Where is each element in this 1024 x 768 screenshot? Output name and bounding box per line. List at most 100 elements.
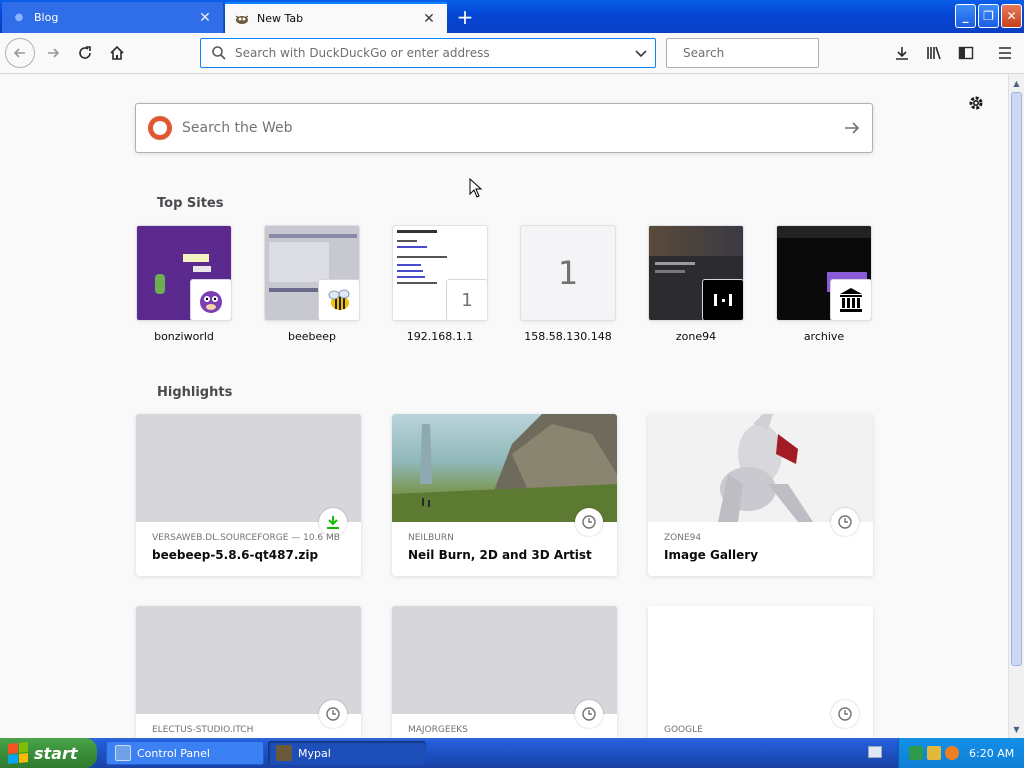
top-site[interactable]: 1 158.58.130.148 (520, 225, 616, 343)
clock-icon (575, 508, 603, 536)
highlight-card[interactable]: MAJORGEEKS (392, 606, 617, 738)
vertical-scrollbar[interactable]: ▲ ▼ (1008, 74, 1024, 738)
windows-logo-icon (8, 741, 28, 765)
sidebar-button[interactable] (951, 38, 981, 68)
card-title: Neil Burn, 2D and 3D Artist (408, 548, 592, 562)
search-bar[interactable] (666, 38, 833, 68)
search-tray-icon[interactable] (945, 746, 959, 760)
web-search-input[interactable] (182, 120, 832, 136)
volume-icon[interactable] (927, 746, 941, 760)
taskbar-item-label: Mypal (298, 746, 331, 760)
menu-button[interactable] (990, 38, 1020, 68)
chevron-down-icon[interactable] (627, 46, 655, 60)
top-site-label: bonziworld (154, 330, 214, 343)
forward-button[interactable] (38, 38, 68, 68)
home-button[interactable] (102, 38, 132, 68)
clock-icon (831, 700, 859, 728)
tab-blog[interactable]: ● Blog ✕ (2, 2, 224, 33)
top-site[interactable]: beebeep (264, 225, 360, 343)
address-bar[interactable] (200, 38, 656, 68)
scrollbar-thumb[interactable] (1011, 92, 1022, 666)
card-thumbnail (648, 606, 873, 714)
hamburger-menu-icon (999, 47, 1011, 59)
card-source: ZONE94 (664, 533, 702, 543)
taskbar-item-control-panel[interactable]: Control Panel (106, 741, 264, 765)
card-source: MAJORGEEKS (408, 725, 468, 735)
card-source: GOOGLE (664, 725, 703, 735)
minimize-button[interactable]: _ (955, 4, 976, 28)
top-site-label: 192.168.1.1 (406, 330, 474, 343)
site-thumbnail (776, 225, 872, 321)
nav-toolbar (0, 33, 1024, 74)
top-site[interactable]: bonziworld (136, 225, 232, 343)
site-thumbnail (136, 225, 232, 321)
reload-icon (79, 46, 91, 59)
taskbar: start Control Panel Mypal 6:20 AM (0, 738, 1024, 768)
search-input[interactable] (683, 46, 833, 60)
taskbar-item-mypal[interactable]: Mypal (268, 741, 426, 765)
card-source: ELECTUS-STUDIO.ITCH (152, 725, 254, 735)
clock-icon (575, 700, 603, 728)
highlight-card[interactable]: ZONE94 Image Gallery (648, 414, 873, 576)
new-tab-plus-icon[interactable]: + (452, 4, 478, 30)
top-site[interactable]: archive (776, 225, 872, 343)
duckduckgo-logo-icon (148, 116, 172, 140)
highlight-card[interactable]: GOOGLE (648, 606, 873, 738)
site-letter-badge: 1 (446, 279, 487, 320)
close-tab-icon[interactable]: ✕ (197, 10, 213, 26)
taskbar-item-label: Control Panel (137, 746, 210, 760)
network-icon[interactable] (909, 746, 923, 760)
highlights-title: Highlights (157, 385, 233, 400)
highlight-card[interactable]: NEILBURN Neil Burn, 2D and 3D Artist (392, 414, 617, 576)
top-site-label: archive (803, 330, 845, 343)
library-button[interactable] (919, 38, 949, 68)
clock-icon (319, 700, 347, 728)
card-thumbnail (648, 414, 873, 522)
top-site[interactable]: 1 192.168.1.1 (392, 225, 488, 343)
top-site[interactable]: zone94 (648, 225, 744, 343)
card-source: VERSAWEB.DL.SOURCEFORGE — 10.6 MB (152, 533, 340, 543)
site-thumbnail (264, 225, 360, 321)
back-button[interactable] (5, 38, 35, 68)
close-tab-icon[interactable]: ✕ (421, 11, 437, 27)
sidebar-icon (958, 46, 974, 60)
system-tray: 6:20 AM (898, 738, 1024, 768)
card-thumbnail (136, 414, 361, 522)
start-button[interactable]: start (0, 738, 97, 768)
mypal-favicon-icon (235, 12, 249, 26)
tab-label: New Tab (257, 12, 304, 25)
highlight-card[interactable]: VERSAWEB.DL.SOURCEFORGE — 10.6 MB beebee… (136, 414, 361, 576)
card-thumbnail (392, 414, 617, 522)
site-thumbnail (648, 225, 744, 321)
top-site-label: beebeep (287, 330, 337, 343)
scroll-up-icon[interactable]: ▲ (1011, 76, 1022, 90)
back-arrow-icon (13, 48, 25, 58)
control-panel-icon (115, 745, 131, 761)
highlight-card[interactable]: ELECTUS-STUDIO.ITCH (136, 606, 361, 738)
bonzi-icon (190, 279, 231, 320)
tab-strip: ● Blog ✕ New Tab ✕ + _ ❐ ✕ (0, 0, 1024, 33)
scroll-down-icon[interactable]: ▼ (1011, 722, 1022, 736)
keyboard-icon[interactable] (868, 746, 882, 758)
new-tab-page: Top Sites bonziworld beebeep (0, 74, 1008, 738)
start-label: start (34, 743, 78, 763)
card-source: NEILBURN (408, 533, 454, 543)
card-thumbnail (392, 606, 617, 714)
close-window-button[interactable]: ✕ (1001, 4, 1022, 28)
tab-new-tab[interactable]: New Tab ✕ (225, 2, 447, 33)
site-thumbnail: 1 (392, 225, 488, 321)
clock[interactable]: 6:20 AM (969, 747, 1014, 760)
blog-favicon-icon: ● (14, 12, 24, 23)
card-title: Image Gallery (664, 548, 759, 562)
restore-button[interactable]: ❐ (978, 4, 999, 28)
arrow-right-icon[interactable] (832, 119, 872, 137)
gear-icon[interactable] (966, 93, 986, 113)
web-search-box[interactable] (135, 103, 873, 153)
downloads-button[interactable] (887, 38, 917, 68)
top-site-label: 158.58.130.148 (524, 330, 612, 343)
site-letter: 1 (557, 254, 579, 292)
bee-icon (318, 279, 359, 320)
reload-button[interactable] (70, 38, 100, 68)
zone94-icon (702, 279, 743, 320)
address-input[interactable] (235, 46, 627, 60)
